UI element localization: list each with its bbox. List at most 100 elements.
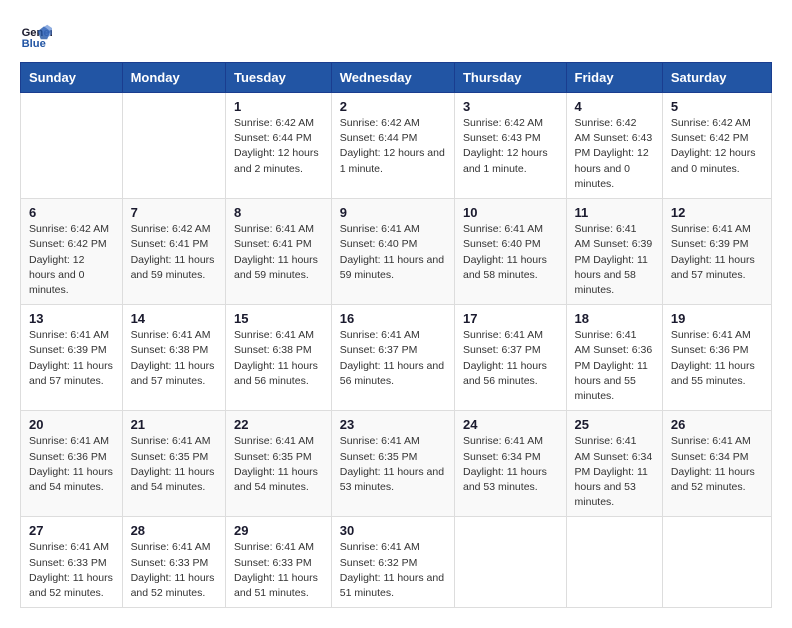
day-number: 29 [234,523,323,538]
calendar-cell: 15 Sunrise: 6:41 AM Sunset: 6:38 PM Dayli… [226,305,332,411]
day-detail: Sunrise: 6:41 AM Sunset: 6:35 PM Dayligh… [131,434,217,495]
day-number: 2 [340,99,446,114]
day-detail: Sunrise: 6:41 AM Sunset: 6:36 PM Dayligh… [671,328,763,389]
day-detail: Sunrise: 6:41 AM Sunset: 6:40 PM Dayligh… [340,222,446,283]
calendar-cell: 21Sunrise: 6:41 AM Sunset: 6:35 PM Dayli… [122,411,225,517]
day-detail: Sunrise: 6:41 AM Sunset: 6:38 PM Dayligh… [234,328,323,389]
calendar-cell: 17 Sunrise: 6:41 AM Sunset: 6:37 PM Dayli… [454,305,566,411]
calendar-cell: 13 Sunrise: 6:41 AM Sunset: 6:39 PM Dayli… [21,305,123,411]
day-detail: Sunrise: 6:42 AM Sunset: 6:41 PM Dayligh… [131,222,217,283]
day-number: 30 [340,523,446,538]
calendar-week-1: 1 Sunrise: 6:42 AM Sunset: 6:44 PM Daylig… [21,93,772,199]
calendar-cell: 8 Sunrise: 6:41 AM Sunset: 6:41 PM Daylig… [226,199,332,305]
day-detail: Sunrise: 6:41 AM Sunset: 6:37 PM Dayligh… [463,328,558,389]
svg-text:Blue: Blue [22,38,46,50]
calendar-cell: 18 Sunrise: 6:41 AM Sunset: 6:36 PM Dayli… [566,305,662,411]
day-number: 15 [234,311,323,326]
day-detail: Sunrise: 6:41 AM Sunset: 6:37 PM Dayligh… [340,328,446,389]
calendar-cell: 5 Sunrise: 6:42 AM Sunset: 6:42 PM Daylig… [662,93,771,199]
day-number: 9 [340,205,446,220]
calendar-cell: 12Sunrise: 6:41 AM Sunset: 6:39 PM Dayli… [662,199,771,305]
calendar-cell: 29 Sunrise: 6:41 AM Sunset: 6:33 PM Dayli… [226,517,332,608]
logo: General Blue [20,20,56,52]
day-detail: Sunrise: 6:41 AM Sunset: 6:39 PM Dayligh… [671,222,763,283]
day-number: 11 [575,205,654,220]
calendar-cell [122,93,225,199]
page-header: General Blue [20,20,772,52]
calendar-cell: 6 Sunrise: 6:42 AM Sunset: 6:42 PM Daylig… [21,199,123,305]
calendar-cell: 10Sunrise: 6:41 AM Sunset: 6:40 PM Dayli… [454,199,566,305]
day-number: 19 [671,311,763,326]
calendar-cell: 3Sunrise: 6:42 AM Sunset: 6:43 PM Daylig… [454,93,566,199]
day-number: 13 [29,311,114,326]
day-number: 16 [340,311,446,326]
calendar-cell: 19 Sunrise: 6:41 AM Sunset: 6:36 PM Dayli… [662,305,771,411]
day-number: 18 [575,311,654,326]
calendar-cell: 27 Sunrise: 6:41 AM Sunset: 6:33 PM Dayli… [21,517,123,608]
day-detail: Sunrise: 6:41 AM Sunset: 6:34 PM Dayligh… [575,434,654,510]
calendar-cell: 14 Sunrise: 6:41 AM Sunset: 6:38 PM Dayli… [122,305,225,411]
day-number: 27 [29,523,114,538]
calendar-cell: 16 Sunrise: 6:41 AM Sunset: 6:37 PM Dayli… [331,305,454,411]
calendar-cell: 22 Sunrise: 6:41 AM Sunset: 6:35 PM Dayli… [226,411,332,517]
header-wednesday: Wednesday [331,63,454,93]
day-number: 25 [575,417,654,432]
logo-icon: General Blue [20,20,52,52]
calendar-cell: 24 Sunrise: 6:41 AM Sunset: 6:34 PM Dayli… [454,411,566,517]
day-detail: Sunrise: 6:42 AM Sunset: 6:44 PM Dayligh… [234,116,323,177]
calendar-cell: 26 Sunrise: 6:41 AM Sunset: 6:34 PM Dayli… [662,411,771,517]
day-number: 7 [131,205,217,220]
calendar-cell: 9 Sunrise: 6:41 AM Sunset: 6:40 PM Daylig… [331,199,454,305]
day-number: 5 [671,99,763,114]
day-detail: Sunrise: 6:41 AM Sunset: 6:35 PM Dayligh… [340,434,446,495]
header-tuesday: Tuesday [226,63,332,93]
calendar-cell: 7 Sunrise: 6:42 AM Sunset: 6:41 PM Daylig… [122,199,225,305]
calendar-cell [454,517,566,608]
day-detail: Sunrise: 6:41 AM Sunset: 6:38 PM Dayligh… [131,328,217,389]
calendar-header-row: Sunday Monday Tuesday Wednesday Thursday… [21,63,772,93]
calendar-cell [21,93,123,199]
day-number: 20 [29,417,114,432]
day-detail: Sunrise: 6:41 AM Sunset: 6:33 PM Dayligh… [131,540,217,601]
day-detail: Sunrise: 6:42 AM Sunset: 6:42 PM Dayligh… [671,116,763,177]
day-detail: Sunrise: 6:41 AM Sunset: 6:34 PM Dayligh… [671,434,763,495]
day-number: 4 [575,99,654,114]
header-friday: Friday [566,63,662,93]
day-detail: Sunrise: 6:42 AM Sunset: 6:43 PM Dayligh… [575,116,654,192]
calendar-cell: 25 Sunrise: 6:41 AM Sunset: 6:34 PM Dayli… [566,411,662,517]
calendar-week-4: 20 Sunrise: 6:41 AM Sunset: 6:36 PM Dayli… [21,411,772,517]
day-detail: Sunrise: 6:41 AM Sunset: 6:32 PM Dayligh… [340,540,446,601]
day-number: 14 [131,311,217,326]
calendar-table: Sunday Monday Tuesday Wednesday Thursday… [20,62,772,608]
calendar-cell: 28 Sunrise: 6:41 AM Sunset: 6:33 PM Dayli… [122,517,225,608]
header-thursday: Thursday [454,63,566,93]
day-detail: Sunrise: 6:41 AM Sunset: 6:36 PM Dayligh… [29,434,114,495]
calendar-body: 1 Sunrise: 6:42 AM Sunset: 6:44 PM Daylig… [21,93,772,608]
day-number: 24 [463,417,558,432]
day-number: 3 [463,99,558,114]
day-number: 28 [131,523,217,538]
day-number: 26 [671,417,763,432]
day-detail: Sunrise: 6:41 AM Sunset: 6:33 PM Dayligh… [234,540,323,601]
day-detail: Sunrise: 6:41 AM Sunset: 6:41 PM Dayligh… [234,222,323,283]
day-number: 17 [463,311,558,326]
day-detail: Sunrise: 6:41 AM Sunset: 6:34 PM Dayligh… [463,434,558,495]
calendar-week-2: 6 Sunrise: 6:42 AM Sunset: 6:42 PM Daylig… [21,199,772,305]
day-number: 8 [234,205,323,220]
day-detail: Sunrise: 6:41 AM Sunset: 6:39 PM Dayligh… [29,328,114,389]
calendar-cell [662,517,771,608]
day-number: 22 [234,417,323,432]
calendar-week-3: 13 Sunrise: 6:41 AM Sunset: 6:39 PM Dayli… [21,305,772,411]
calendar-cell: 23Sunrise: 6:41 AM Sunset: 6:35 PM Dayli… [331,411,454,517]
day-detail: Sunrise: 6:41 AM Sunset: 6:33 PM Dayligh… [29,540,114,601]
day-detail: Sunrise: 6:41 AM Sunset: 6:36 PM Dayligh… [575,328,654,404]
calendar-cell: 11 Sunrise: 6:41 AM Sunset: 6:39 PM Dayli… [566,199,662,305]
day-number: 10 [463,205,558,220]
day-detail: Sunrise: 6:41 AM Sunset: 6:39 PM Dayligh… [575,222,654,298]
day-number: 1 [234,99,323,114]
day-detail: Sunrise: 6:42 AM Sunset: 6:42 PM Dayligh… [29,222,114,298]
day-detail: Sunrise: 6:41 AM Sunset: 6:35 PM Dayligh… [234,434,323,495]
day-number: 6 [29,205,114,220]
calendar-cell [566,517,662,608]
header-saturday: Saturday [662,63,771,93]
